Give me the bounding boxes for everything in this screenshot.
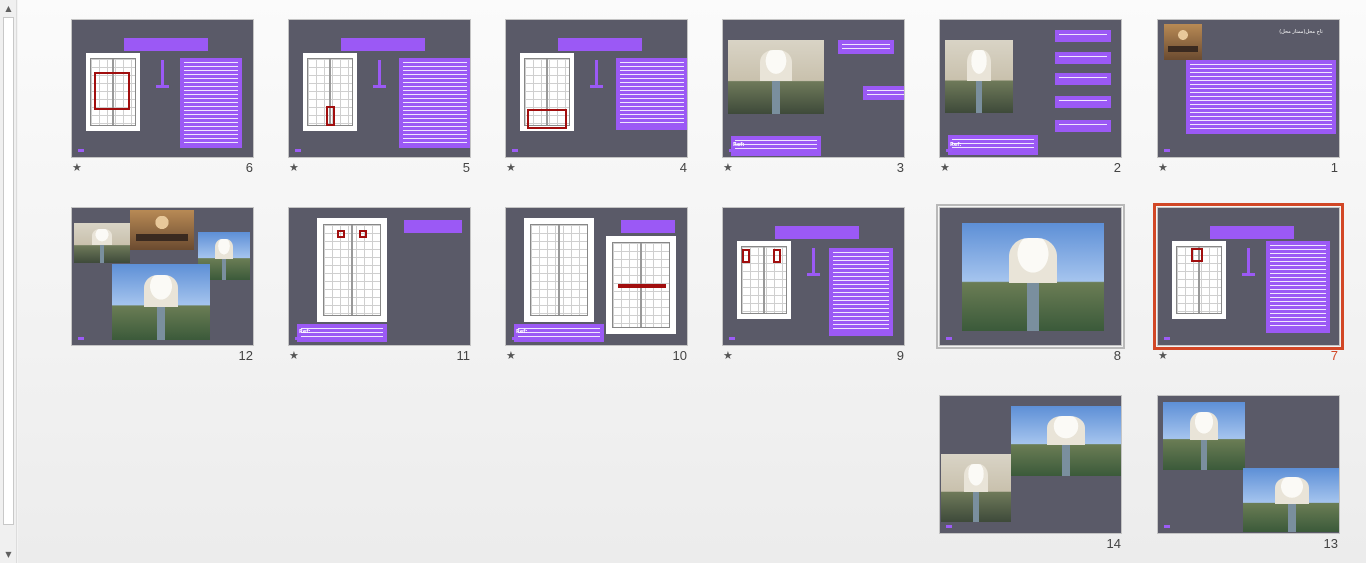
transition-star-icon[interactable]: ★ (506, 349, 516, 362)
slide-title (341, 38, 425, 51)
slide-image (112, 264, 210, 340)
slide-text (838, 40, 894, 54)
transition-star-icon[interactable]: ★ (940, 161, 950, 174)
slide-graphic (373, 60, 386, 88)
slide-thumbnail-5[interactable] (288, 19, 471, 158)
slide-text (1055, 52, 1111, 64)
transition-star-icon[interactable]: ★ (723, 349, 733, 362)
slide-text (297, 324, 387, 342)
highlight-frame (527, 109, 567, 129)
slide-title (621, 220, 675, 233)
transition-star-icon[interactable]: ★ (289, 161, 299, 174)
slide-text (514, 324, 604, 342)
highlight-frame (326, 106, 335, 126)
slide-text (1055, 73, 1111, 85)
slide-graphic (1242, 248, 1255, 276)
transition-star-icon[interactable]: ★ (723, 161, 733, 174)
slide-image (1163, 402, 1245, 470)
slide-thumbnail-4[interactable] (505, 19, 688, 158)
highlight-frame (1191, 248, 1203, 262)
transition-star-icon[interactable]: ★ (1158, 349, 1168, 362)
slide-image (1011, 406, 1121, 476)
floor-plan-image (317, 218, 387, 322)
slide-text (829, 248, 893, 336)
slide-number: 3 (896, 160, 904, 175)
slide-number: 14 (1106, 536, 1121, 551)
ref-label: Ref: (299, 329, 311, 335)
slide-thumbnail-14[interactable] (939, 395, 1122, 534)
slide-text (180, 58, 242, 148)
slide-thumbnail-8[interactable] (936, 204, 1125, 349)
slide-number: 11 (456, 348, 471, 363)
slide-thumbnail-3[interactable]: Ref: (722, 19, 905, 158)
slide-sorter: تاج محل(ممتاز محل) Ref: Ref: 1 2 3 4 5 6… (18, 0, 1366, 563)
slide-image (1243, 468, 1339, 532)
ref-label: Ref: (516, 329, 528, 335)
slide-graphic (156, 60, 169, 88)
ref-label: Ref: (733, 142, 745, 148)
slide-number: 10 (672, 348, 687, 363)
slide-text (1186, 60, 1336, 134)
slide-number: 5 (462, 160, 470, 175)
slide-title: تاج محل(ممتاز محل) (1279, 29, 1323, 35)
slide-number: 1 (1330, 160, 1338, 175)
slide-thumbnail-6[interactable] (71, 19, 254, 158)
highlight-frame (773, 249, 781, 263)
slide-image (941, 454, 1011, 522)
slide-text (399, 58, 470, 148)
slide-title (1210, 226, 1294, 239)
slide-title (775, 226, 859, 239)
slide-title (124, 38, 208, 51)
vertical-scrollbar[interactable]: ▲ ▼ (0, 0, 17, 563)
slide-title (558, 38, 642, 51)
slide-thumbnail-9[interactable] (722, 207, 905, 346)
transition-star-icon[interactable]: ★ (1158, 161, 1168, 174)
slide-number: 13 (1323, 536, 1338, 551)
slide-text (1266, 241, 1330, 333)
slide-image (1164, 24, 1202, 60)
transition-star-icon[interactable]: ★ (506, 161, 516, 174)
scroll-up-icon[interactable]: ▲ (0, 0, 17, 17)
slide-number: 2 (1113, 160, 1121, 175)
highlight-frame (742, 249, 750, 263)
transition-star-icon[interactable]: ★ (72, 161, 82, 174)
slide-thumbnail-12[interactable] (71, 207, 254, 346)
slide-graphic (807, 248, 820, 276)
highlight-frame (618, 284, 666, 288)
slide-number: 12 (238, 348, 253, 363)
scroll-thumb[interactable] (3, 17, 14, 525)
slide-image (728, 40, 824, 114)
slide-thumbnail-1[interactable]: تاج محل(ممتاز محل) (1157, 19, 1340, 158)
slide-text (948, 135, 1038, 155)
slide-image (962, 223, 1104, 331)
slide-text (616, 58, 687, 130)
slide-thumbnail-10[interactable]: Ref: (505, 207, 688, 346)
slide-text (1055, 120, 1111, 132)
slide-number: 7 (1330, 348, 1338, 363)
slide-image (945, 40, 1013, 113)
slide-number: 9 (896, 348, 904, 363)
slide-text (731, 136, 821, 156)
slide-graphic (590, 60, 603, 88)
slide-text (863, 86, 904, 100)
highlight-frame (337, 230, 345, 238)
slide-thumbnail-13[interactable] (1157, 395, 1340, 534)
slide-text (1055, 96, 1111, 108)
slide-number: 4 (679, 160, 687, 175)
slide-text (1055, 30, 1111, 42)
scroll-down-icon[interactable]: ▼ (0, 546, 17, 563)
floor-plan-image (524, 218, 594, 322)
transition-star-icon[interactable]: ★ (289, 349, 299, 362)
slide-thumbnail-2[interactable]: Ref: (939, 19, 1122, 158)
slide-thumbnail-11[interactable]: Ref: (288, 207, 471, 346)
highlight-frame (94, 72, 130, 110)
slide-image (74, 223, 130, 263)
ref-label: Ref: (950, 142, 962, 148)
slide-thumbnail-7[interactable] (1153, 203, 1344, 350)
slide-title (404, 220, 462, 233)
slide-image (130, 210, 194, 250)
highlight-frame (359, 230, 367, 238)
slide-number: 8 (1113, 348, 1121, 363)
slide-number: 6 (245, 160, 253, 175)
